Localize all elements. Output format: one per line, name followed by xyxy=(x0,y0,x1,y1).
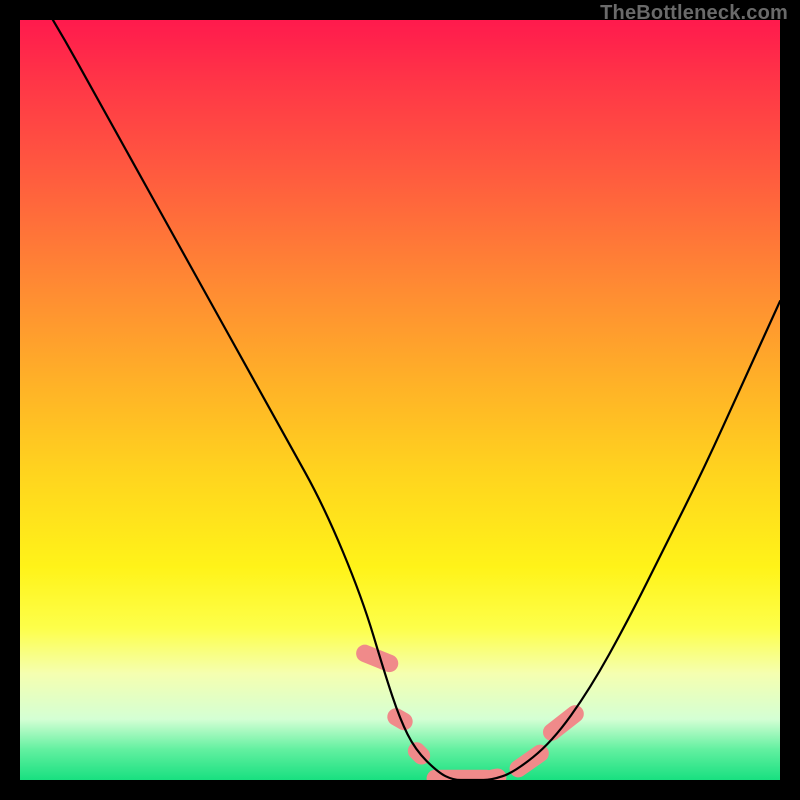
watermark-text: TheBottleneck.com xyxy=(600,2,788,25)
curve-marker-6 xyxy=(539,702,587,745)
chart-plot-area xyxy=(20,20,780,780)
marker-layer xyxy=(353,642,587,780)
bottleneck-curve-path xyxy=(20,20,780,780)
chart-frame: TheBottleneck.com xyxy=(0,0,800,800)
chart-svg xyxy=(20,20,780,780)
